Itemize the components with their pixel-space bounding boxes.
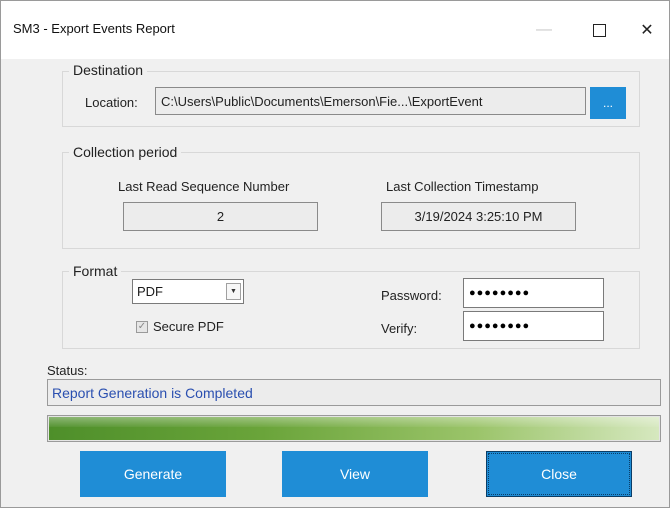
window-title: SM3 - Export Events Report: [13, 21, 175, 36]
status-message: Report Generation is Completed: [47, 379, 661, 406]
collection-period-group: [62, 152, 640, 249]
secure-pdf-checkbox[interactable]: ✓: [136, 321, 148, 333]
collection-legend: Collection period: [69, 144, 182, 160]
password-label: Password:: [381, 288, 442, 303]
verify-label: Verify:: [381, 321, 418, 336]
view-button[interactable]: View: [282, 451, 428, 497]
status-label: Status:: [47, 363, 88, 378]
format-legend: Format: [69, 263, 122, 279]
format-dropdown[interactable]: PDF ▼: [132, 279, 244, 304]
destination-legend: Destination: [69, 62, 148, 78]
location-field[interactable]: C:\Users\Public\Documents\Emerson\Fie...…: [155, 87, 586, 115]
close-icon: ✕: [640, 22, 654, 39]
secure-pdf-label: Secure PDF: [153, 319, 224, 334]
password-field[interactable]: ●●●●●●●●: [463, 278, 604, 308]
location-label: Location:: [85, 95, 138, 110]
maximize-icon: [592, 23, 606, 37]
minimize-icon: —: [536, 21, 552, 38]
progress-bar: [47, 415, 661, 442]
export-events-window: SM3 - Export Events Report — ✕ Destinati…: [0, 0, 670, 508]
minimize-button[interactable]: —: [521, 15, 567, 45]
window-close-button[interactable]: ✕: [624, 15, 670, 45]
sequence-number-field: 2: [123, 202, 318, 231]
close-button[interactable]: Close: [486, 451, 632, 497]
browse-button[interactable]: ...: [590, 87, 626, 119]
generate-button[interactable]: Generate: [80, 451, 226, 497]
browse-label: ...: [602, 96, 613, 110]
timestamp-label: Last Collection Timestamp: [386, 179, 539, 194]
maximize-button[interactable]: [576, 15, 622, 45]
timestamp-field: 3/19/2024 3:25:10 PM: [381, 202, 576, 231]
title-bar: SM3 - Export Events Report — ✕: [1, 1, 669, 59]
sequence-number-label: Last Read Sequence Number: [118, 179, 290, 194]
chevron-down-icon[interactable]: ▼: [226, 283, 241, 300]
format-selected-value: PDF: [137, 284, 163, 299]
verify-field[interactable]: ●●●●●●●●: [463, 311, 604, 341]
dialog-content: Destination Location: C:\Users\Public\Do…: [1, 59, 669, 507]
progress-fill: [49, 417, 659, 440]
